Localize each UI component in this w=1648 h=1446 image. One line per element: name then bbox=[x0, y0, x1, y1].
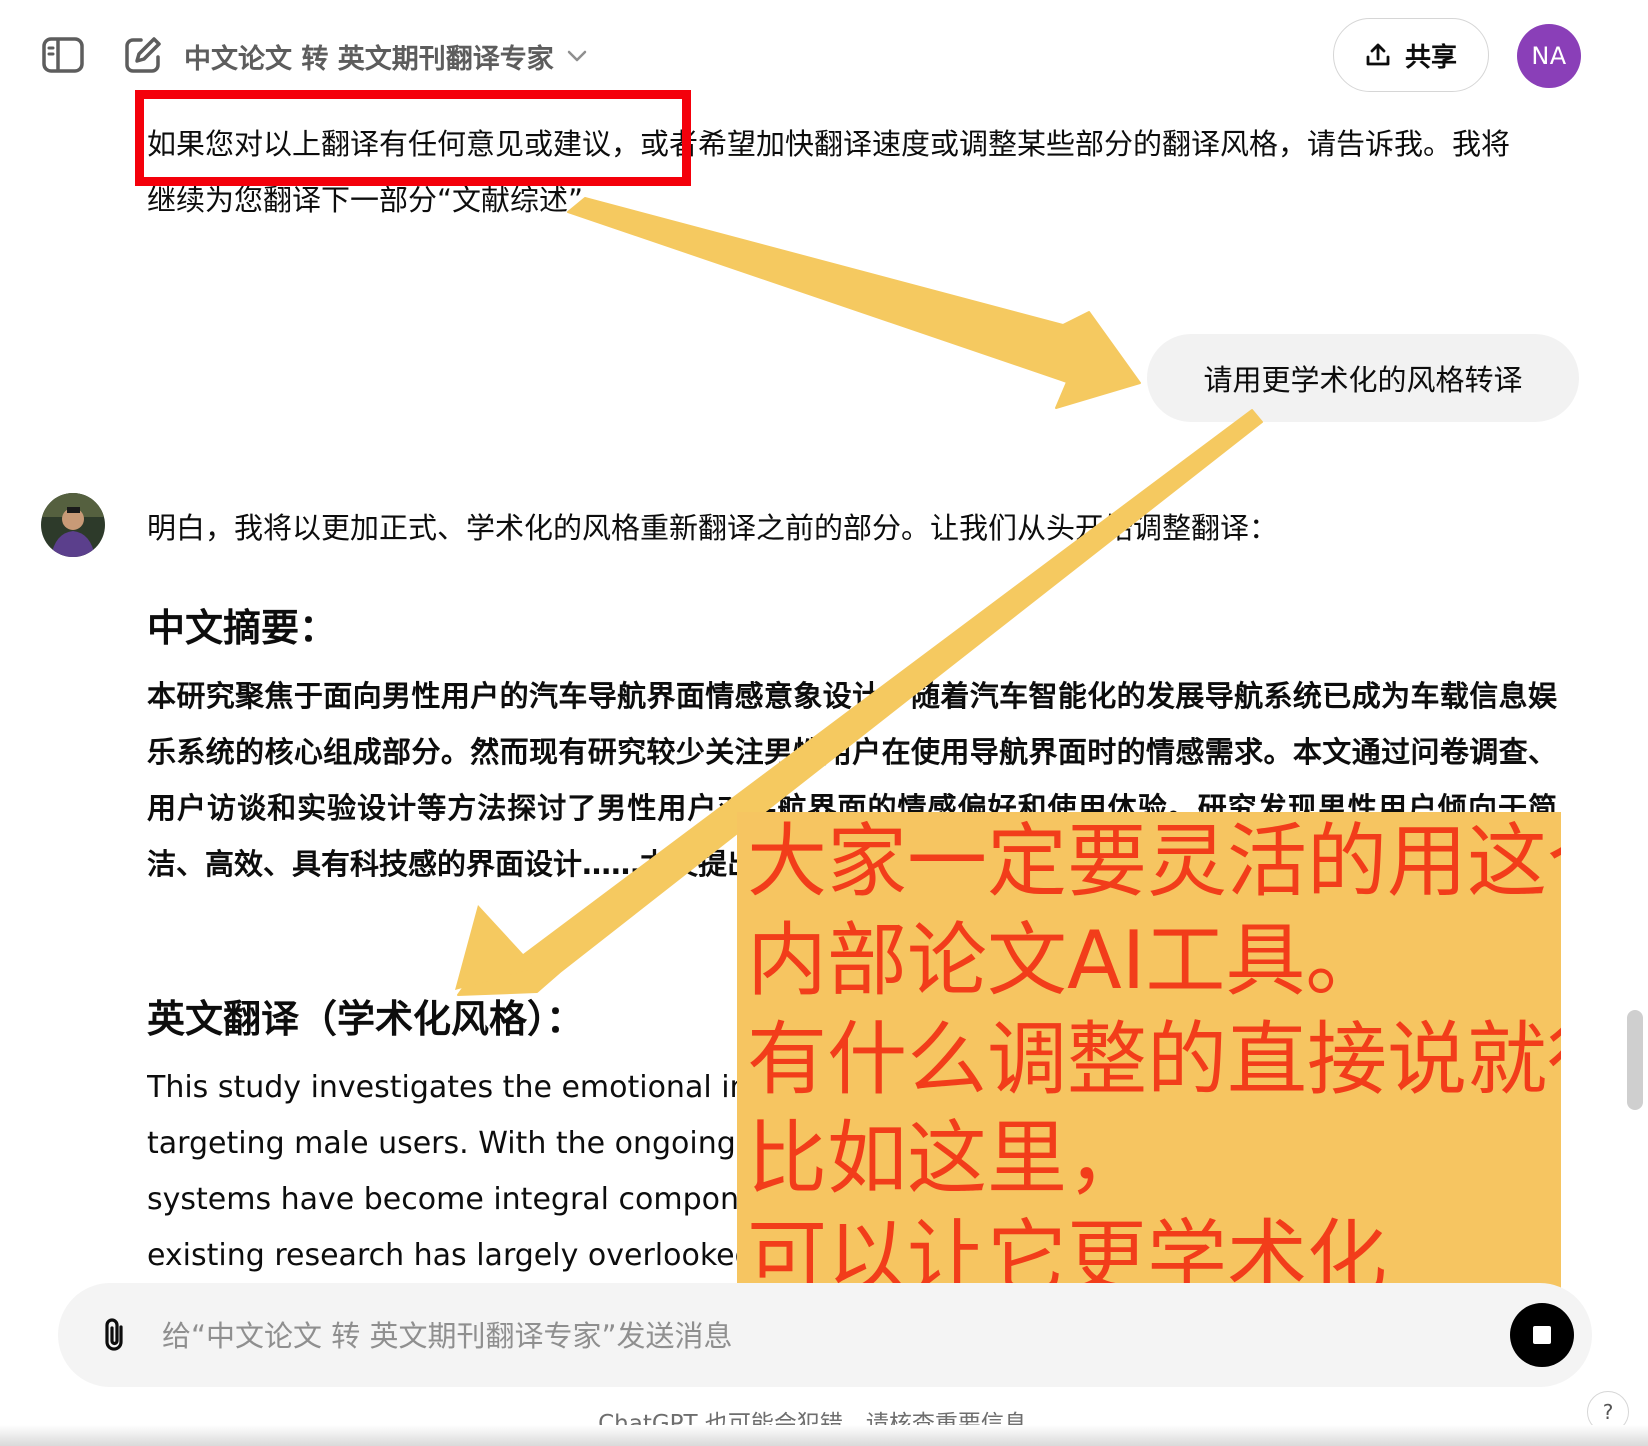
chat-page: 中文论文 转 英文期刊翻译专家 共享 NA 如果您对以上翻译有任何意见或建议，或… bbox=[0, 0, 1648, 1446]
user-message-text: 请用更学术化的风格转译 bbox=[1203, 363, 1523, 397]
paperclip-icon bbox=[105, 1318, 123, 1351]
model-title-label: 中文论文 转 英文期刊翻译专家 bbox=[184, 43, 554, 75]
chinese-abstract-heading: 中文摘要： bbox=[147, 606, 338, 650]
arrow-to-user-message bbox=[567, 197, 1141, 409]
user-avatar[interactable]: NA bbox=[1517, 24, 1581, 88]
assistant-intro-text: 明白，我将以更加正式、学术化的风格重新翻译之前的部分。让我们从头开始调整翻译： bbox=[147, 511, 1279, 545]
message-input[interactable] bbox=[160, 1305, 1434, 1367]
red-highlight-box bbox=[135, 90, 691, 186]
scrollbar-thumb[interactable] bbox=[1627, 1010, 1643, 1110]
edit-icon bbox=[125, 37, 161, 73]
sidebar-toggle-button[interactable] bbox=[40, 34, 86, 76]
share-button[interactable]: 共享 bbox=[1333, 18, 1489, 92]
bottom-edge bbox=[0, 1425, 1648, 1446]
new-chat-button[interactable] bbox=[120, 32, 166, 78]
stop-icon bbox=[1533, 1326, 1551, 1344]
chevron-down-icon bbox=[567, 50, 587, 62]
model-selector[interactable]: 中文论文 转 英文期刊翻译专家 bbox=[184, 36, 588, 76]
annotation-note: 大家一定要灵活的用这个 内部论文AI工具。 有什么调整的直接说就行。 比如这里，… bbox=[737, 812, 1561, 1292]
english-translation-heading: 英文翻译（学术化风格）： bbox=[147, 997, 585, 1041]
message-composer bbox=[58, 1283, 1592, 1387]
stop-generating-button[interactable] bbox=[1510, 1303, 1574, 1367]
attach-button[interactable] bbox=[88, 1309, 140, 1361]
upload-icon bbox=[1366, 43, 1390, 66]
share-label: 共享 bbox=[1404, 42, 1457, 73]
sidebar-toggle-icon bbox=[42, 37, 84, 73]
assistant-avatar bbox=[41, 493, 105, 557]
user-message-bubble: 请用更学术化的风格转译 bbox=[1147, 334, 1579, 422]
